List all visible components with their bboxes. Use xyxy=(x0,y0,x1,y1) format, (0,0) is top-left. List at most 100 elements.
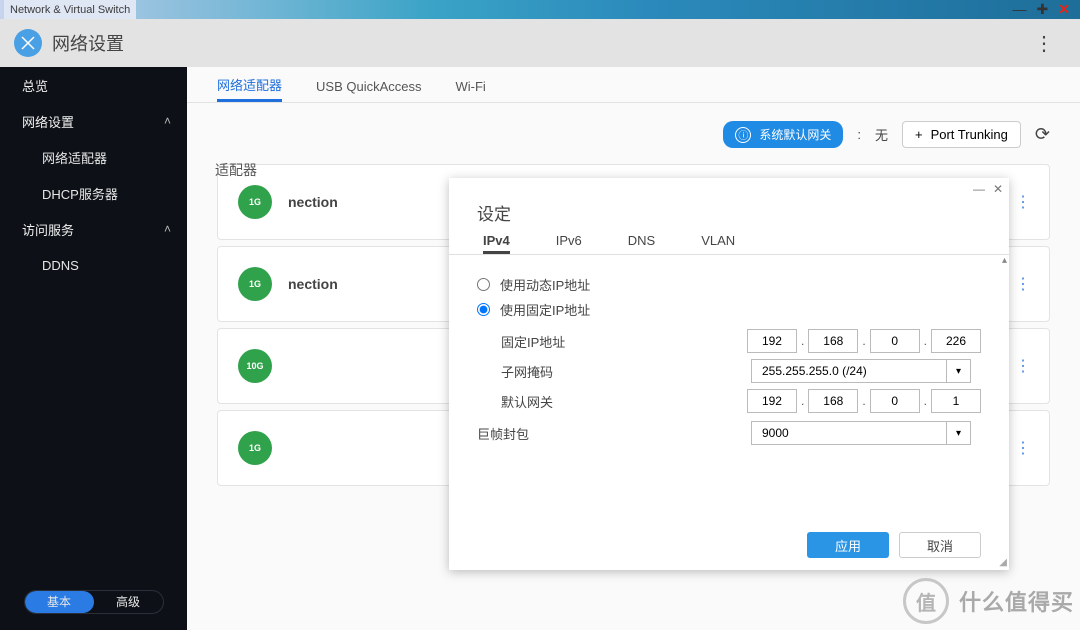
app-body: 总览 网络设置˄ 网络适配器 DHCP服务器 访问服务˄ DDNS 基本 高级 … xyxy=(0,67,1080,630)
modal-tab-dns[interactable]: DNS xyxy=(628,233,655,254)
mode-toggle: 基本 高级 xyxy=(24,590,164,614)
gateway-label: 系统默认网关 xyxy=(759,126,831,143)
nic-icon: 10G xyxy=(238,349,272,383)
tab-wifi[interactable]: Wi-Fi xyxy=(456,79,486,102)
sidebar-item-label: 总览 xyxy=(22,76,48,95)
sidebar-item-ddns[interactable]: DDNS xyxy=(0,247,187,283)
ip-octet-3[interactable] xyxy=(870,329,920,353)
row-gateway: 默认网关 . . . xyxy=(501,389,981,413)
resize-grip-icon[interactable]: ◢ xyxy=(999,557,1007,568)
label-fixed-ip: 固定IP地址 xyxy=(501,332,747,351)
modal-controls: — ✕ xyxy=(449,178,1009,200)
sidebar-item-overview[interactable]: 总览 xyxy=(0,67,187,103)
ip-octet-2[interactable] xyxy=(808,329,858,353)
radio-dynamic-row[interactable]: 使用动态IP地址 xyxy=(477,275,981,294)
app-header: 网络设置 ⋮ xyxy=(0,19,1080,67)
modal-minimize-icon[interactable]: — xyxy=(973,182,985,196)
window-controls: — ✚ ✕ xyxy=(1013,1,1076,18)
label-jumbo: 巨帧封包 xyxy=(477,424,751,443)
window-close-button[interactable]: ✕ xyxy=(1058,1,1070,18)
refresh-icon[interactable]: ⟳ xyxy=(1035,124,1050,145)
radio-static-row[interactable]: 使用固定IP地址 xyxy=(477,300,981,319)
modal-body: ▴ 使用动态IP地址 使用固定IP地址 固定IP地址 . xyxy=(449,255,1009,522)
modal-tab-ipv4[interactable]: IPv4 xyxy=(483,233,510,254)
radio-dynamic-label: 使用动态IP地址 xyxy=(500,275,590,294)
window-title: Network & Virtual Switch xyxy=(4,0,136,19)
sidebar-item-adapters[interactable]: 网络适配器 xyxy=(0,139,187,175)
chevron-down-icon[interactable]: ▾ xyxy=(946,422,970,444)
label-gateway: 默认网关 xyxy=(501,392,747,411)
adapter-section-title: 适配器 xyxy=(215,160,257,180)
page-title: 网络设置 xyxy=(52,30,124,56)
row-subnet: 子网掩码 255.255.255.0 (/24) ▾ xyxy=(501,359,981,383)
chevron-up-icon: ˄ xyxy=(164,222,171,236)
radio-static[interactable] xyxy=(477,303,490,316)
modal-tab-ipv6[interactable]: IPv6 xyxy=(556,233,582,254)
gw-octet-3[interactable] xyxy=(870,389,920,413)
window-minimize-button[interactable]: — xyxy=(1013,1,1027,18)
gateway-pill[interactable]: ⓘ 系统默认网关 xyxy=(723,121,843,148)
window-maximize-button[interactable]: ✚ xyxy=(1037,1,1049,18)
plus-icon: + xyxy=(915,127,923,142)
chevron-down-icon[interactable]: ▾ xyxy=(946,360,970,382)
mode-basic-button[interactable]: 基本 xyxy=(25,591,94,613)
modal-tab-row: IPv4 IPv6 DNS VLAN xyxy=(449,233,1009,255)
sidebar-top: 总览 网络设置 ˄ 网络适配器 DHCP服务器 访问服务˄ DDNS xyxy=(0,67,187,283)
radio-dynamic[interactable] xyxy=(477,278,490,291)
jumbo-select[interactable]: 9000 ▾ xyxy=(751,421,971,445)
settings-modal: — ✕ 设定 IPv4 IPv6 DNS VLAN ▴ 使用动态IP地址 xyxy=(449,178,1009,570)
modal-close-icon[interactable]: ✕ xyxy=(993,182,1003,196)
gateway-value: 无 xyxy=(875,125,888,144)
scroll-up-icon[interactable]: ▴ xyxy=(1002,255,1007,266)
row-fixed-ip: 固定IP地址 . . . xyxy=(501,329,981,353)
ip-octet-4[interactable] xyxy=(931,329,981,353)
adapter-name-suffix: nection xyxy=(288,276,338,292)
modal-footer: 应用 取消 xyxy=(449,522,1009,570)
mode-advanced-button[interactable]: 高级 xyxy=(94,591,163,613)
jumbo-value: 9000 xyxy=(752,422,946,444)
sidebar: 总览 网络设置 ˄ 网络适配器 DHCP服务器 访问服务˄ DDNS 基本 高级 xyxy=(0,67,187,630)
sidebar-item-network[interactable]: 网络设置 ˄ xyxy=(0,103,187,139)
subnet-select[interactable]: 255.255.255.0 (/24) ▾ xyxy=(751,359,971,383)
toolbar: ⓘ 系统默认网关 : 无 + Port Trunking ⟳ xyxy=(187,103,1080,158)
main-pane: 网络适配器 USB QuickAccess Wi-Fi ⓘ 系统默认网关 : 无… xyxy=(187,67,1080,630)
chevron-up-icon: ˄ xyxy=(164,114,171,128)
gw-octet-2[interactable] xyxy=(808,389,858,413)
watermark-badge: 值 xyxy=(903,578,949,624)
sidebar-item-label: 网络设置 xyxy=(22,112,74,131)
card-more-icon[interactable]: ⋮ xyxy=(1009,268,1037,300)
row-jumbo: 巨帧封包 9000 ▾ xyxy=(477,421,981,445)
cancel-button[interactable]: 取消 xyxy=(899,532,981,558)
sidebar-item-access[interactable]: 访问服务˄ xyxy=(0,211,187,247)
port-trunking-label: Port Trunking xyxy=(931,127,1008,142)
gw-octet-1[interactable] xyxy=(747,389,797,413)
sidebar-item-dhcp[interactable]: DHCP服务器 xyxy=(0,175,187,211)
colon: : xyxy=(857,127,861,142)
modal-title: 设定 xyxy=(449,200,1009,233)
watermark: 值 什么值得买 xyxy=(903,578,1074,624)
nic-icon: 1G xyxy=(238,185,272,219)
tab-adapters[interactable]: 网络适配器 xyxy=(217,75,282,102)
tab-usb[interactable]: USB QuickAccess xyxy=(316,79,421,102)
gw-octet-4[interactable] xyxy=(931,389,981,413)
watermark-text: 什么值得买 xyxy=(959,585,1074,617)
card-more-icon[interactable]: ⋮ xyxy=(1009,432,1037,464)
sidebar-item-label: DDNS xyxy=(42,258,79,273)
card-more-icon[interactable]: ⋮ xyxy=(1009,350,1037,382)
sidebar-item-label: DHCP服务器 xyxy=(42,184,118,203)
card-more-icon[interactable]: ⋮ xyxy=(1009,186,1037,218)
gateway-icon: ⓘ xyxy=(735,127,751,143)
radio-static-label: 使用固定IP地址 xyxy=(500,300,590,319)
label-subnet: 子网掩码 xyxy=(501,362,751,381)
ip-octet-1[interactable] xyxy=(747,329,797,353)
nic-icon: 1G xyxy=(238,267,272,301)
app-root: 网络设置 ⋮ 总览 网络设置 ˄ 网络适配器 DHCP服务器 访问服务˄ DDNS… xyxy=(0,19,1080,630)
apply-button[interactable]: 应用 xyxy=(807,532,889,558)
gateway-group: . . . xyxy=(747,389,981,413)
sidebar-bottom: 基本 高级 xyxy=(0,580,187,630)
modal-tab-vlan[interactable]: VLAN xyxy=(701,233,735,254)
header-left: 网络设置 xyxy=(14,29,124,57)
header-more-icon[interactable]: ⋮ xyxy=(1034,31,1054,56)
fixed-ip-group: . . . xyxy=(747,329,981,353)
port-trunking-button[interactable]: + Port Trunking xyxy=(902,121,1021,148)
